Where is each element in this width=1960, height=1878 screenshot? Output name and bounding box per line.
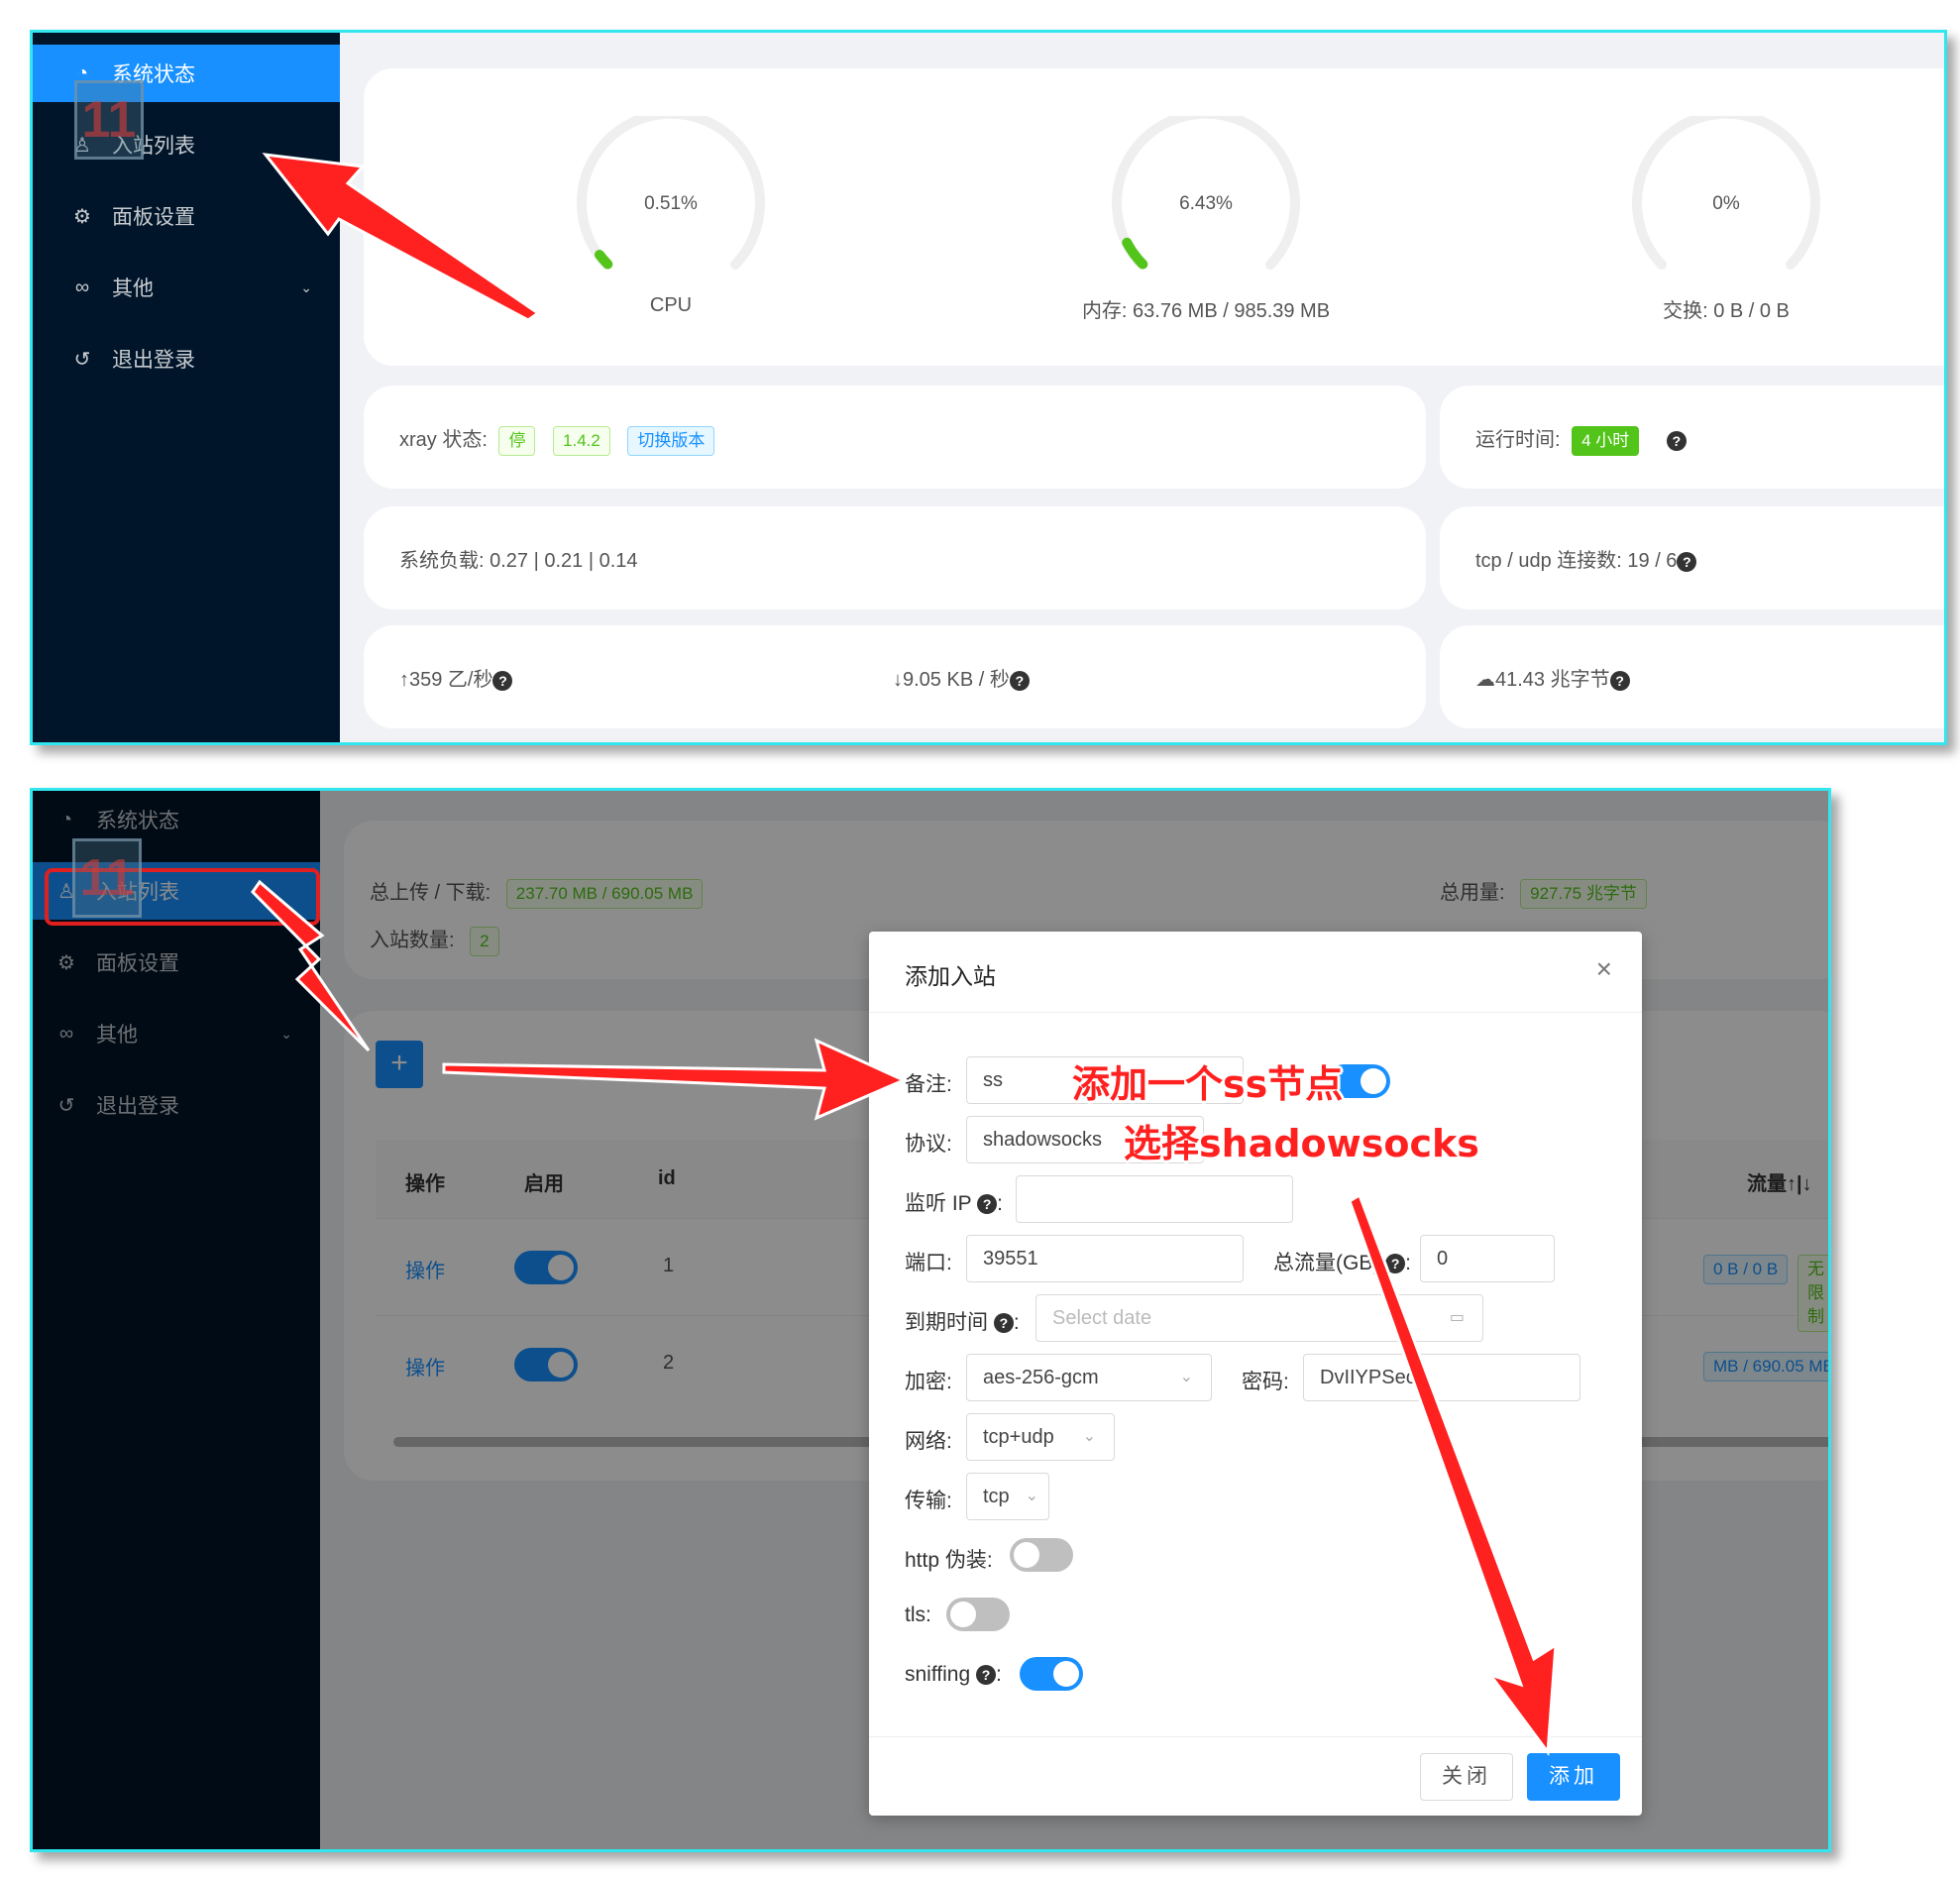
network-select[interactable]: tcp+udp ⌄ bbox=[966, 1413, 1115, 1461]
cpu-percent: 0.51% bbox=[644, 193, 698, 214]
load-card: 系统负载: 0.27 | 0.21 | 0.14 bbox=[364, 506, 1426, 609]
help-icon[interactable]: ? bbox=[1385, 1254, 1406, 1274]
modal-title: 添加入站 bbox=[905, 963, 996, 989]
close-icon[interactable]: × bbox=[1596, 953, 1612, 985]
connections-text: tcp / udp 连接数: 19 / 6 bbox=[1475, 550, 1678, 572]
tls-label: tls: bbox=[905, 1603, 931, 1626]
help-icon[interactable]: ? bbox=[1009, 670, 1030, 691]
upload-speed: ↑359 乙/秒 bbox=[399, 669, 493, 691]
memory-percent: 6.43% bbox=[1179, 193, 1233, 214]
uptime-badge: 4 小时 bbox=[1572, 425, 1640, 456]
help-icon[interactable]: ? bbox=[492, 670, 513, 691]
memory-gauge: 6.43% 内存: 63.76 MB / 985.39 MB bbox=[1057, 116, 1355, 323]
link-icon: ∞ bbox=[74, 276, 90, 298]
swap-percent: 0% bbox=[1712, 193, 1740, 214]
http-camouflage-toggle[interactable] bbox=[1010, 1538, 1073, 1572]
uptime-card: 运行时间: 4 小时 ? bbox=[1440, 386, 1944, 489]
expire-label: 到期时间 bbox=[905, 1311, 988, 1334]
total-traffic-input[interactable]: 0 bbox=[1420, 1235, 1555, 1282]
swap-label: 交换: 0 B / 0 B bbox=[1663, 300, 1790, 322]
sidebar: ◔ 系统状态 ♙ 入站列表 ⚙ 面板设置 ∞ 其他 ⌄ ↺ 退出登录 11 bbox=[33, 33, 340, 742]
tls-toggle[interactable] bbox=[946, 1598, 1010, 1631]
cipher-select[interactable]: aes-256-gcm ⌄ bbox=[966, 1354, 1212, 1401]
http-camouflage-label: http 伪装: bbox=[905, 1549, 993, 1572]
help-icon[interactable]: ? bbox=[993, 1313, 1014, 1334]
xray-status-badge: 停 bbox=[498, 425, 536, 456]
main-content: 0.51% CPU 6.43% 内存: 63.76 MB / 985.39 MB… bbox=[340, 33, 1944, 742]
xray-version-badge: 1.4.2 bbox=[553, 425, 610, 456]
logout-icon: ↺ bbox=[73, 348, 91, 371]
uptime-label: 运行时间: bbox=[1475, 429, 1561, 451]
help-icon[interactable]: ? bbox=[1666, 430, 1687, 451]
password-input[interactable]: DvIIYPSec l bbox=[1303, 1354, 1580, 1401]
port-input[interactable]: 39551 bbox=[966, 1235, 1244, 1282]
help-icon[interactable]: ? bbox=[976, 1665, 997, 1686]
calendar-icon: ▭ bbox=[1449, 1309, 1465, 1326]
annotation-select-shadowsocks: 选择shadowsocks bbox=[1124, 1122, 1479, 1165]
listen-ip-input[interactable] bbox=[1016, 1175, 1293, 1223]
chevron-down-icon: ⌄ bbox=[300, 278, 312, 295]
help-icon[interactable]: ? bbox=[1677, 551, 1697, 572]
dashboard-screenshot: ◔ 系统状态 ♙ 入站列表 ⚙ 面板设置 ∞ 其他 ⌄ ↺ 退出登录 11 0.… bbox=[30, 30, 1947, 745]
cloud-icon: ☁ bbox=[1475, 669, 1495, 691]
expire-date-picker[interactable]: Select date ▭ bbox=[1035, 1294, 1483, 1342]
transport-select[interactable]: tcp ⌄ bbox=[966, 1473, 1049, 1520]
cancel-button[interactable]: 关闭 bbox=[1420, 1753, 1513, 1801]
sniffing-label: sniffing bbox=[905, 1663, 971, 1686]
listen-label: 监听 IP bbox=[905, 1192, 972, 1215]
sidebar-item-logout[interactable]: ↺ 退出登录 bbox=[33, 330, 340, 387]
chevron-down-icon: ⌄ bbox=[1082, 1428, 1096, 1445]
switch-version-button[interactable]: 切换版本 bbox=[627, 425, 715, 456]
gauge-card: 0.51% CPU 6.43% 内存: 63.76 MB / 985.39 MB… bbox=[364, 68, 1944, 366]
chevron-down-icon: ⌄ bbox=[1025, 1488, 1038, 1504]
network-label: 网络: bbox=[905, 1430, 952, 1453]
add-button[interactable]: 添加 bbox=[1527, 1753, 1620, 1801]
download-speed: ↓9.05 KB / 秒 bbox=[893, 669, 1010, 691]
xray-status-card: xray 状态: 停 1.4.2 切换版本 bbox=[364, 386, 1426, 489]
help-icon[interactable]: ? bbox=[977, 1194, 998, 1215]
sniffing-toggle[interactable] bbox=[1020, 1657, 1083, 1691]
memory-label: 内存: 63.76 MB / 985.39 MB bbox=[1081, 300, 1331, 322]
system-load: 系统负载: 0.27 | 0.21 | 0.14 bbox=[399, 550, 638, 572]
chevron-down-icon: ⌄ bbox=[1179, 1369, 1193, 1385]
watermark-logo: 11 bbox=[72, 838, 142, 918]
xray-status-label: xray 状态: bbox=[399, 429, 488, 451]
sidebar-item-other[interactable]: ∞ 其他 ⌄ bbox=[33, 259, 340, 316]
transport-label: 传输: bbox=[905, 1490, 952, 1512]
swap-gauge: 0% 交换: 0 B / 0 B bbox=[1578, 116, 1875, 323]
total-traffic-card: ☁41.43 兆字节? bbox=[1440, 625, 1944, 728]
speed-card: ↑359 乙/秒? ↓9.05 KB / 秒? bbox=[364, 625, 1426, 728]
remark-label: 备注: bbox=[905, 1073, 952, 1096]
total-traffic-label: 总流量(GB) bbox=[1273, 1252, 1380, 1274]
gear-icon: ⚙ bbox=[73, 205, 91, 228]
expire-placeholder: Select date bbox=[1052, 1307, 1152, 1329]
cpu-gauge: 0.51% CPU bbox=[542, 116, 800, 317]
cipher-label: 加密: bbox=[905, 1371, 952, 1393]
help-icon[interactable]: ? bbox=[1609, 670, 1630, 691]
watermark-logo: 11 bbox=[74, 80, 144, 160]
cpu-label: CPU bbox=[649, 294, 693, 316]
sidebar-item-settings[interactable]: ⚙ 面板设置 bbox=[33, 187, 340, 245]
connections-card: tcp / udp 连接数: 19 / 6? bbox=[1440, 506, 1944, 609]
protocol-label: 协议: bbox=[905, 1133, 952, 1156]
total-traffic: 41.43 兆字节 bbox=[1495, 669, 1610, 691]
password-label: 密码: bbox=[1242, 1371, 1289, 1393]
annotation-add-ss-node: 添加一个ss节点 bbox=[1072, 1062, 1344, 1106]
port-label: 端口: bbox=[905, 1252, 952, 1274]
